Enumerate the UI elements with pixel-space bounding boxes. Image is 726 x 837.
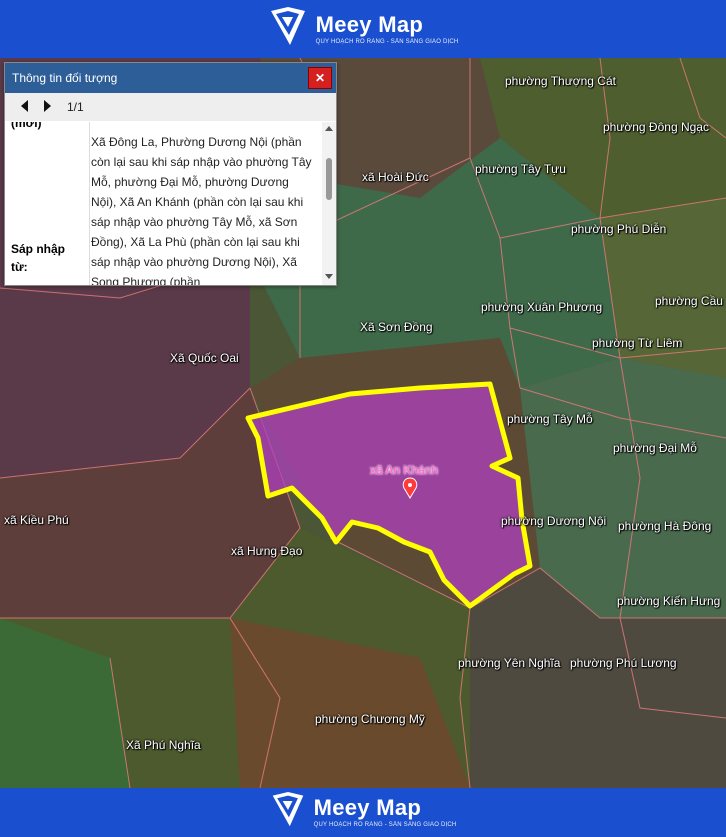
- next-page-button[interactable]: [43, 99, 53, 116]
- close-icon: ✕: [314, 71, 326, 85]
- map-label[interactable]: phường Xuân Phương: [481, 300, 602, 314]
- map-label[interactable]: phường Thượng Cát: [505, 74, 616, 88]
- scroll-up-icon[interactable]: [325, 126, 333, 131]
- map-label[interactable]: phường Tây Tựu: [475, 162, 566, 176]
- footer-brand-name: Meey Map: [313, 795, 422, 820]
- pager: 1/1: [5, 93, 336, 121]
- prev-page-button[interactable]: [19, 99, 29, 116]
- selected-commune-label[interactable]: xã An Khánh: [370, 463, 438, 477]
- info-panel: Thông tin đối tượng ✕ 1/1 (mới) Sáp nhập…: [4, 62, 337, 286]
- footer-brand-logo[interactable]: Meey Map QUY HOẠCH RÕ RÀNG - SẴN SÀNG GI…: [270, 790, 457, 835]
- map-label[interactable]: phường Phú Lương: [570, 656, 677, 670]
- panel-title: Thông tin đối tượng: [12, 71, 118, 85]
- header-bar: Meey Map QUY HOẠCH RÕ RÀNG - SẴN SÀNG GI…: [0, 0, 726, 58]
- field-label-merged-from: Sáp nhập từ:: [11, 242, 66, 274]
- panel-scrollbar[interactable]: [322, 122, 336, 285]
- scroll-thumb[interactable]: [326, 158, 332, 200]
- meey-logo-icon: [268, 5, 308, 54]
- panel-content[interactable]: (mới) Sáp nhập từ: Xã Đông La, Phường Dư…: [5, 122, 336, 285]
- field-value-merged-from: Xã Đông La, Phường Dương Nội (phần còn l…: [91, 135, 312, 285]
- map-label[interactable]: Xã Quốc Oai: [170, 351, 239, 365]
- map-label[interactable]: xã Hoài Đức: [362, 170, 429, 184]
- map-label[interactable]: phường Chương Mỹ: [315, 712, 425, 726]
- map-label[interactable]: phường Hà Đông: [618, 519, 711, 533]
- field-label-partial: (mới): [11, 122, 42, 130]
- map-label[interactable]: xã Kiều Phú: [4, 513, 69, 527]
- map-label[interactable]: Xã Sơn Đồng: [360, 320, 433, 334]
- map-label[interactable]: phường Từ Liêm: [592, 336, 682, 350]
- map-label[interactable]: xã Hưng Đạo: [231, 544, 302, 558]
- brand-logo[interactable]: Meey Map QUY HOẠCH RÕ RÀNG - SẴN SÀNG GI…: [268, 5, 459, 54]
- brand-name: Meey Map: [315, 11, 424, 37]
- panel-header: Thông tin đối tượng ✕: [5, 63, 336, 93]
- column-divider: [89, 122, 90, 285]
- arrow-left-icon: [21, 99, 28, 112]
- page-indicator: 1/1: [67, 100, 84, 114]
- map-label[interactable]: phường Tây Mỗ: [507, 412, 593, 426]
- map-label[interactable]: Xã Phú Nghĩa: [126, 738, 201, 752]
- meey-logo-icon: [270, 790, 306, 835]
- map-label[interactable]: phường Dương Nội: [501, 514, 606, 528]
- footer-brand-tagline: QUY HOẠCH RÕ RÀNG - SẴN SÀNG GIAO DỊCH: [313, 822, 457, 828]
- close-button[interactable]: ✕: [308, 67, 332, 89]
- scroll-down-icon[interactable]: [325, 274, 333, 279]
- map-label[interactable]: phường Yên Nghĩa: [458, 656, 560, 670]
- map-label[interactable]: phường Đại Mỗ: [613, 441, 697, 455]
- brand-tagline: QUY HOẠCH RÕ RÀNG - SẴN SÀNG GIAO DỊCH: [315, 38, 459, 45]
- map-label[interactable]: phường Phú Diễn: [571, 222, 666, 236]
- map-label[interactable]: phường Cầu: [655, 294, 723, 308]
- footer-bar: Meey Map QUY HOẠCH RÕ RÀNG - SẴN SÀNG GI…: [0, 788, 726, 837]
- map-label[interactable]: phường Kiến Hưng: [617, 594, 720, 608]
- map-label[interactable]: phường Đông Ngạc: [603, 120, 709, 134]
- arrow-right-icon: [44, 99, 51, 112]
